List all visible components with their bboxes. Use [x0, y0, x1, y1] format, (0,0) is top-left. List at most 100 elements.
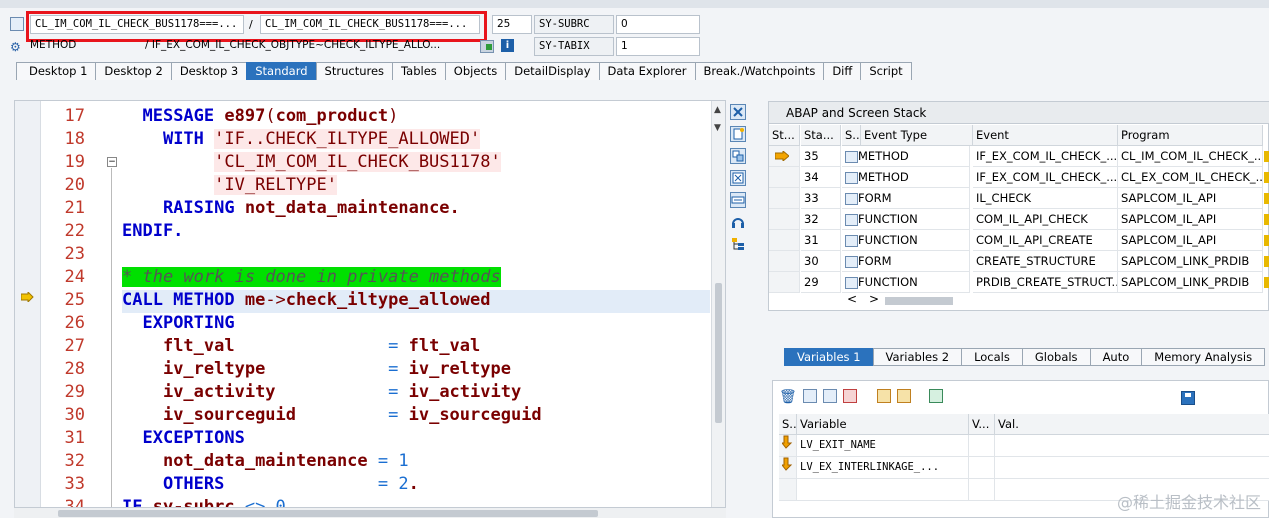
var-cell-variable[interactable]: LV_EXIT_NAME [797, 435, 969, 457]
source-editor[interactable]: − 17 MESSAGE e897(com_product) 18 WITH 'I… [14, 100, 726, 508]
info-icon[interactable]: i [501, 39, 514, 52]
h-scroll-thumb[interactable] [58, 510, 598, 517]
detail-icon[interactable] [802, 389, 817, 403]
var-col-v[interactable]: V... [969, 414, 995, 435]
stack-cell-sta[interactable]: 35 [801, 146, 841, 167]
vartab-globals[interactable]: Globals [1021, 348, 1091, 366]
var-cell-v[interactable] [969, 435, 995, 457]
stack-cell-program[interactable]: SAPLCOM_IL_API [1118, 230, 1263, 251]
stack-col-sta[interactable]: Sta... [801, 125, 841, 146]
swap-tool-icon[interactable] [730, 148, 746, 164]
source-code-icon[interactable] [10, 17, 24, 31]
save-icon[interactable] [1181, 391, 1195, 405]
vartab-auto[interactable]: Auto [1089, 348, 1143, 366]
var-cell-s[interactable] [779, 435, 797, 457]
scroll-up-icon[interactable]: ▲ [714, 105, 721, 115]
tab-desktop-1[interactable]: Desktop 1 [16, 62, 97, 80]
var-cell-v[interactable] [969, 457, 995, 479]
stack-cell-sta[interactable]: 34 [801, 167, 841, 188]
stack-cell-program[interactable]: SAPLCOM_LINK_PRDIB [1118, 251, 1263, 272]
stack-cell-program[interactable]: CL_IM_COM_IL_CHECK_... [1118, 146, 1263, 167]
scroll-left-icon[interactable]: < [847, 292, 857, 306]
stack-cell-program[interactable]: SAPLCOM_LINK_PRDIB [1118, 272, 1263, 293]
stack-cell-event[interactable]: IF_EX_COM_IL_CHECK_... [973, 167, 1118, 188]
stack-cell-event[interactable]: IL_CHECK [973, 188, 1118, 209]
stack-cell-event-type[interactable]: FUNCTION [858, 272, 970, 293]
stack-cell-program[interactable]: SAPLCOM_IL_API [1118, 209, 1263, 230]
vartab-memory-analysis[interactable]: Memory Analysis [1141, 348, 1266, 366]
tab-detaildisplay[interactable]: DetailDisplay [505, 62, 600, 80]
stack-cell-st[interactable] [769, 188, 800, 209]
stack-col-program[interactable]: Program [1118, 125, 1263, 146]
line-number-field[interactable]: 25 [492, 15, 532, 34]
stack-cell-program[interactable]: CL_EX_COM_IL_CHECK_... [1118, 167, 1263, 188]
headset-tool-icon[interactable] [730, 214, 746, 230]
stack-cell-event[interactable]: IF_EX_COM_IL_CHECK_... [973, 146, 1118, 167]
stack-cell-event-type[interactable]: FORM [858, 251, 970, 272]
tab-diff[interactable]: Diff [823, 62, 862, 80]
expand-icon[interactable] [876, 389, 891, 403]
resize-tool-icon[interactable] [730, 192, 746, 208]
stack-cell-sta[interactable]: 30 [801, 251, 841, 272]
stack-col-event-type[interactable]: Event Type [861, 125, 973, 146]
var-cell-val[interactable] [995, 435, 1269, 457]
include-program-field[interactable]: CL_IM_COM_IL_CHECK_BUS1178===... [260, 15, 480, 34]
scroll-down-icon[interactable]: ▼ [714, 123, 721, 133]
vartab-variables-1[interactable]: Variables 1 [784, 348, 874, 366]
close-tool-icon[interactable] [730, 104, 746, 120]
vartab-variables-2[interactable]: Variables 2 [872, 348, 963, 366]
var-cell-s[interactable] [779, 479, 797, 501]
vartab-locals[interactable]: Locals [961, 348, 1023, 366]
stack-cell-event-type[interactable]: FUNCTION [858, 230, 970, 251]
tab-script[interactable]: Script [860, 62, 912, 80]
var-cell-s[interactable] [779, 457, 797, 479]
stack-cell-st[interactable] [769, 230, 800, 251]
tab-objects[interactable]: Objects [444, 62, 507, 80]
tab-desktop-2[interactable]: Desktop 2 [95, 62, 172, 80]
tab-standard[interactable]: Standard [246, 62, 317, 80]
new-tool-icon[interactable] [730, 126, 746, 142]
stack-cell-program[interactable]: SAPLCOM_IL_API [1118, 188, 1263, 209]
stack-cell-sta[interactable]: 31 [801, 230, 841, 251]
var-col-variable[interactable]: Variable [797, 414, 969, 435]
stack-cell-event-type[interactable]: METHOD [858, 146, 970, 167]
tab-desktop-3[interactable]: Desktop 3 [170, 62, 248, 80]
stack-cell-event-type[interactable]: FORM [858, 188, 970, 209]
scroll-thumb[interactable] [715, 283, 722, 423]
stack-cell-event[interactable]: PRDIB_CREATE_STRUCT... [973, 272, 1118, 293]
tab-break-watchpoints[interactable]: Break./Watchpoints [694, 62, 825, 80]
stack-cell-sta[interactable]: 32 [801, 209, 841, 230]
stack-cell-st[interactable] [769, 272, 800, 293]
copy-icon[interactable] [822, 389, 837, 403]
stack-cell-sta[interactable]: 33 [801, 188, 841, 209]
var-cell-val[interactable] [995, 457, 1269, 479]
stack-cell-event[interactable]: CREATE_STRUCTURE [973, 251, 1118, 272]
var-cell-variable[interactable] [797, 479, 969, 501]
transfer-icon[interactable] [928, 389, 943, 403]
var-col-s[interactable]: S... [779, 414, 797, 435]
structure-tool-icon[interactable] [730, 236, 746, 252]
tab-data-explorer[interactable]: Data Explorer [598, 62, 696, 80]
tab-structures[interactable]: Structures [315, 62, 394, 80]
stack-cell-st[interactable] [769, 167, 800, 188]
var-col-val[interactable]: Val. [995, 414, 1269, 435]
stack-col-event[interactable]: Event [973, 125, 1118, 146]
var-cell-v[interactable] [969, 479, 995, 501]
stack-cell-event[interactable]: COM_IL_API_CHECK [973, 209, 1118, 230]
remove-icon[interactable] [842, 389, 857, 403]
stack-scroll-thumb[interactable] [885, 297, 953, 305]
export-icon[interactable] [896, 389, 911, 403]
stack-horizontal-scrollbar[interactable]: < > [839, 292, 1269, 308]
var-cell-variable[interactable]: LV_EX_INTERLINKAGE_... [797, 457, 969, 479]
main-program-field[interactable]: CL_IM_COM_IL_CHECK_BUS1178===... [30, 15, 244, 34]
stack-cell-event[interactable]: COM_IL_API_CREATE [973, 230, 1118, 251]
delete-icon[interactable]: 🗑 [779, 389, 797, 405]
settings-gear-icon[interactable]: ⚙ [10, 40, 24, 54]
editor-vertical-scrollbar[interactable]: ▲ ▼ [711, 101, 725, 507]
stack-col-st[interactable]: St... [769, 125, 800, 146]
scroll-right-icon[interactable]: > [869, 292, 879, 306]
maximize-tool-icon[interactable] [730, 170, 746, 186]
stack-cell-sta[interactable]: 29 [801, 272, 841, 293]
stack-cell-st[interactable] [769, 209, 800, 230]
tab-tables[interactable]: Tables [392, 62, 446, 80]
